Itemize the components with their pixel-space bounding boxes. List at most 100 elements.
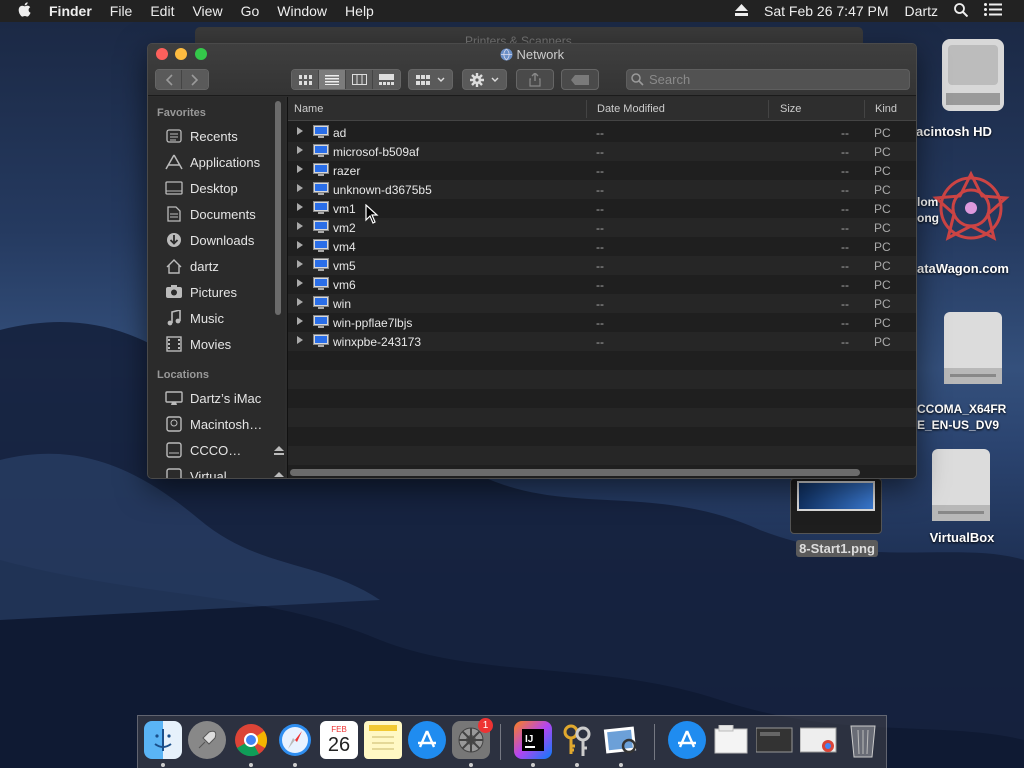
sidebar-item-applications[interactable]: Applications bbox=[164, 150, 284, 174]
sidebar-item-movies[interactable]: Movies bbox=[164, 332, 284, 356]
menu-window[interactable]: Window bbox=[268, 3, 336, 19]
column-header-kind[interactable]: Kind bbox=[875, 103, 897, 115]
column-header-date-modified[interactable]: Date Modified bbox=[597, 103, 665, 115]
sidebar-scrollbar[interactable] bbox=[275, 101, 281, 315]
user-menu[interactable]: Dartz bbox=[897, 3, 946, 19]
sidebar-item-recents[interactable]: Recents bbox=[164, 124, 284, 148]
spotlight-icon[interactable] bbox=[946, 2, 976, 20]
sidebar-item-imac[interactable]: Dartz’s iMac bbox=[164, 386, 284, 410]
list-row[interactable]: win -- -- PC bbox=[288, 294, 916, 313]
list-row[interactable]: razer -- -- PC bbox=[288, 161, 916, 180]
eject-icon[interactable] bbox=[274, 469, 284, 479]
menu-view[interactable]: View bbox=[183, 3, 231, 19]
share-icon bbox=[529, 72, 541, 87]
desktop-icon-macintosh-hd[interactable]: acintosh HD bbox=[916, 33, 1024, 139]
menu-app-finder[interactable]: Finder bbox=[40, 3, 101, 19]
search-field[interactable] bbox=[626, 69, 910, 90]
list-row[interactable]: ad -- -- PC bbox=[288, 123, 916, 142]
forward-button[interactable] bbox=[182, 70, 208, 89]
dock-documents-stack[interactable] bbox=[712, 721, 750, 759]
list-row[interactable]: unknown-d3675b5 -- -- PC bbox=[288, 180, 916, 199]
disclosure-triangle-icon[interactable] bbox=[297, 336, 303, 344]
dock-notes[interactable] bbox=[364, 721, 402, 759]
sidebar-item-macintosh-hd[interactable]: Macintosh… bbox=[164, 412, 284, 436]
disclosure-triangle-icon[interactable] bbox=[297, 317, 303, 325]
list-row[interactable]: win-ppflae7lbjs -- -- PC bbox=[288, 313, 916, 332]
running-indicator bbox=[619, 763, 623, 767]
dock-finder[interactable] bbox=[144, 721, 182, 759]
notification-center-icon[interactable] bbox=[976, 3, 1024, 19]
disclosure-triangle-icon[interactable] bbox=[297, 260, 303, 268]
menu-help[interactable]: Help bbox=[336, 3, 383, 19]
sidebar-item-ccco[interactable]: CCCO… bbox=[164, 438, 284, 462]
group-by-button[interactable] bbox=[408, 69, 453, 90]
disclosure-triangle-icon[interactable] bbox=[297, 127, 303, 135]
dock-launchpad[interactable] bbox=[188, 721, 226, 759]
disclosure-triangle-icon[interactable] bbox=[297, 203, 303, 211]
sidebar-item-documents[interactable]: Documents bbox=[164, 202, 284, 226]
list-row[interactable]: vm1 -- -- PC bbox=[288, 199, 916, 218]
column-divider[interactable] bbox=[586, 100, 587, 118]
disclosure-triangle-icon[interactable] bbox=[297, 298, 303, 306]
sidebar-item-home[interactable]: dartz bbox=[164, 254, 284, 278]
dock-app-store-downloads[interactable] bbox=[668, 721, 706, 759]
row-date-modified: -- bbox=[596, 259, 604, 273]
sidebar-item-virtualbox[interactable]: Virtual… bbox=[164, 464, 284, 479]
disclosure-triangle-icon[interactable] bbox=[297, 146, 303, 154]
list-view-button[interactable] bbox=[319, 70, 346, 89]
gallery-view-button[interactable] bbox=[373, 70, 400, 89]
desktop-icon-virtualbox[interactable]: VirtualBox bbox=[918, 447, 1000, 545]
share-button[interactable] bbox=[516, 69, 554, 90]
dock-safari[interactable] bbox=[276, 721, 314, 759]
apple-menu-icon[interactable] bbox=[0, 2, 40, 20]
eject-icon[interactable] bbox=[274, 443, 284, 458]
list-row[interactable]: vm4 -- -- PC bbox=[288, 237, 916, 256]
icon-grid-icon bbox=[298, 74, 312, 85]
column-divider[interactable] bbox=[768, 100, 769, 118]
sidebar-item-desktop[interactable]: Desktop bbox=[164, 176, 284, 200]
menu-go[interactable]: Go bbox=[232, 3, 269, 19]
desktop-icon-ccoma[interactable] bbox=[918, 310, 1024, 391]
menu-file[interactable]: File bbox=[101, 3, 142, 19]
icon-view-button[interactable] bbox=[292, 70, 319, 89]
horizontal-scrollbar[interactable] bbox=[290, 469, 860, 476]
disclosure-triangle-icon[interactable] bbox=[297, 279, 303, 287]
desktop-icon-screenshot-file[interactable]: 8-Start1.png bbox=[790, 478, 884, 557]
action-menu-button[interactable] bbox=[462, 69, 507, 90]
sidebar-item-downloads[interactable]: Downloads bbox=[164, 228, 284, 252]
column-header-size[interactable]: Size bbox=[780, 103, 801, 115]
clock[interactable]: Sat Feb 26 7:47 PM bbox=[756, 3, 897, 19]
dock-screenshot-stack[interactable] bbox=[756, 721, 794, 759]
sidebar-item-music[interactable]: Music bbox=[164, 306, 284, 330]
dock-system-preferences[interactable]: 1 bbox=[452, 718, 493, 759]
list-row[interactable]: winxpbe-243173 -- -- PC bbox=[288, 332, 916, 351]
row-kind: PC bbox=[874, 202, 891, 216]
disclosure-triangle-icon[interactable] bbox=[297, 165, 303, 173]
dock-calendar[interactable]: FEB 26 bbox=[320, 721, 358, 759]
dock-app-store[interactable] bbox=[408, 721, 446, 759]
dock-trash[interactable] bbox=[844, 721, 882, 759]
disclosure-triangle-icon[interactable] bbox=[297, 241, 303, 249]
list-row[interactable]: vm5 -- -- PC bbox=[288, 256, 916, 275]
disclosure-triangle-icon[interactable] bbox=[297, 184, 303, 192]
column-header-name[interactable]: Name bbox=[294, 103, 323, 115]
list-row[interactable]: microsof-b509af -- -- PC bbox=[288, 142, 916, 161]
movies-icon bbox=[164, 335, 184, 353]
dock-download-stack[interactable] bbox=[800, 721, 838, 759]
tags-button[interactable] bbox=[561, 69, 599, 90]
back-button[interactable] bbox=[156, 70, 182, 89]
eject-icon[interactable] bbox=[727, 3, 756, 19]
dock-intellij[interactable]: IJ bbox=[514, 721, 552, 759]
column-divider[interactable] bbox=[864, 100, 865, 118]
disclosure-triangle-icon[interactable] bbox=[297, 222, 303, 230]
list-row[interactable]: vm6 -- -- PC bbox=[288, 275, 916, 294]
search-input[interactable] bbox=[649, 70, 904, 89]
dock-preview[interactable] bbox=[602, 721, 640, 759]
sidebar-item-pictures[interactable]: Pictures bbox=[164, 280, 284, 304]
column-view-button[interactable] bbox=[346, 70, 373, 89]
dock-separator bbox=[654, 724, 655, 760]
dock-chrome[interactable] bbox=[232, 721, 270, 759]
menu-edit[interactable]: Edit bbox=[141, 3, 183, 19]
dock-keychain[interactable] bbox=[558, 721, 596, 759]
list-row[interactable]: vm2 -- -- PC bbox=[288, 218, 916, 237]
